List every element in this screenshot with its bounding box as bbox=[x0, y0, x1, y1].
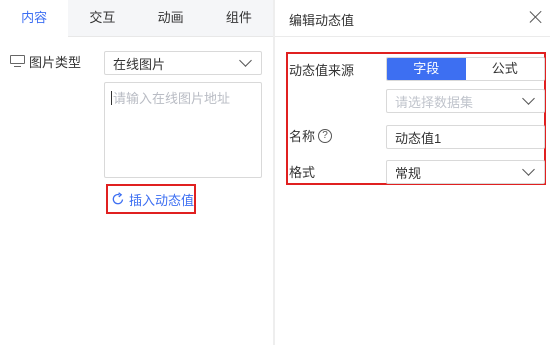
format-label: 格式 bbox=[289, 165, 316, 180]
text-caret bbox=[111, 91, 112, 105]
dialog-title: 编辑动态值 bbox=[289, 13, 355, 28]
source-segmented-control: 字段 公式 bbox=[386, 57, 545, 81]
image-type-label: 图片类型 bbox=[29, 55, 82, 70]
name-value: 动态值1 bbox=[395, 130, 442, 146]
chevron-down-icon bbox=[522, 92, 535, 105]
refresh-icon bbox=[111, 192, 125, 206]
tab-animation[interactable]: 动画 bbox=[137, 0, 205, 37]
name-input[interactable]: 动态值1 bbox=[386, 125, 545, 149]
image-url-textarea[interactable]: 请输入在线图片地址 bbox=[104, 82, 262, 178]
source-option-field[interactable]: 字段 bbox=[387, 58, 466, 80]
image-url-placeholder: 请输入在线图片地址 bbox=[113, 91, 231, 106]
help-icon[interactable]: ? bbox=[318, 128, 333, 143]
panel-tabs: 内容 交互 动画 组件 bbox=[0, 0, 273, 37]
source-option-formula[interactable]: 公式 bbox=[465, 58, 544, 80]
image-type-label-row: 图片类型 bbox=[10, 52, 81, 71]
insert-dynamic-value-label: 插入动态值 bbox=[129, 192, 195, 208]
insert-dynamic-value-button[interactable]: 插入动态值 bbox=[106, 184, 196, 214]
format-select[interactable]: 常规 bbox=[386, 160, 545, 184]
tab-content[interactable]: 内容 bbox=[0, 0, 69, 37]
format-value: 常规 bbox=[395, 165, 422, 181]
chevron-down-icon bbox=[239, 54, 252, 67]
dataset-placeholder: 请选择数据集 bbox=[395, 94, 474, 110]
tab-components[interactable]: 组件 bbox=[205, 0, 273, 37]
image-type-select[interactable]: 在线图片 bbox=[104, 51, 262, 75]
image-type-value: 在线图片 bbox=[113, 56, 166, 72]
name-label: 名称 bbox=[289, 129, 316, 144]
dataset-select[interactable]: 请选择数据集 bbox=[386, 89, 545, 113]
close-icon[interactable] bbox=[527, 8, 545, 26]
edit-dynamic-value-dialog: 编辑动态值 动态值来源 字段 公式 请选择数据集 名称 ? 动态值1 格式 常规 bbox=[275, 0, 550, 345]
properties-panel: 内容 交互 动画 组件 图片类型 在线图片 请输入在线图片地址 插入动态值 bbox=[0, 0, 273, 345]
source-label: 动态值来源 bbox=[289, 63, 355, 78]
monitor-icon bbox=[10, 55, 25, 68]
name-label-row: 名称 ? bbox=[289, 126, 333, 145]
chevron-down-icon bbox=[522, 163, 535, 176]
tab-interaction[interactable]: 交互 bbox=[68, 0, 136, 37]
dialog-header-divider bbox=[275, 36, 550, 37]
